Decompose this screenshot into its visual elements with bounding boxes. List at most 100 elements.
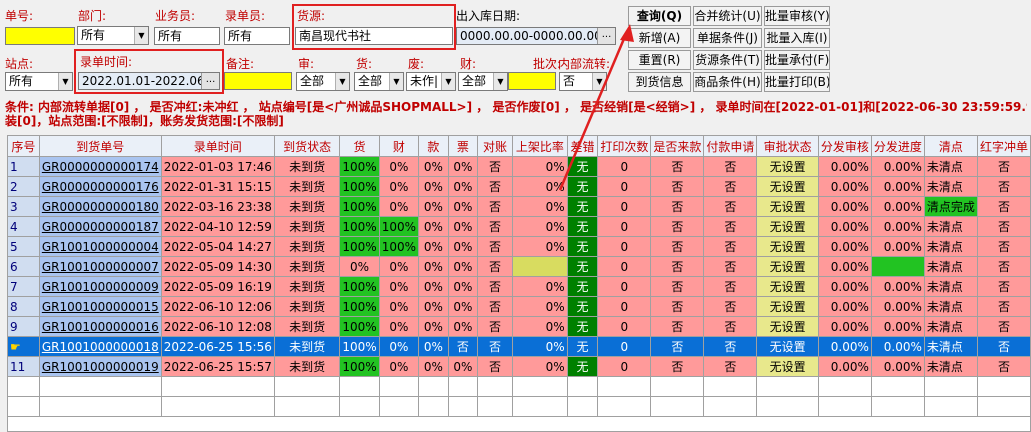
entry-person-label: 录单员: xyxy=(225,9,266,23)
cell-count: 未清点 xyxy=(923,316,978,337)
empty-cell xyxy=(418,376,449,397)
batch-print-button[interactable]: 批量打印(B) xyxy=(764,72,830,92)
cell-fin: 0% xyxy=(378,156,420,177)
table-row[interactable]: 5 GR1001000000004 2022-05-04 14:27 未到货 100% 1… xyxy=(7,236,1031,257)
audit-select[interactable]: 全部 ▼ xyxy=(296,72,350,91)
table-row[interactable]: 8 GR1001000000015 2022-06-10 12:06 未到货 100% 0… xyxy=(7,296,1031,317)
empty-cell xyxy=(378,396,420,417)
remark-input[interactable] xyxy=(224,72,292,90)
entry-time-picker-button[interactable]: ... xyxy=(201,73,219,89)
cell-status: 未到货 xyxy=(273,336,341,357)
empty-cell xyxy=(923,376,978,397)
table-row[interactable]: 2 GR0000000000176 2022-01-31 15:15 未到货 100% 0… xyxy=(7,176,1031,197)
column-header[interactable]: 清点 xyxy=(923,135,978,157)
merge-stats-button[interactable]: 合并统计(U) xyxy=(693,6,762,26)
dept-select[interactable]: 所有 ▼ xyxy=(77,26,149,45)
cell-apply: 否 xyxy=(703,276,758,297)
entry-time-input[interactable]: 2022.01.01-2022.06.30... xyxy=(78,72,220,90)
audit-value: 全部 xyxy=(300,74,325,88)
cell-time: 2022-06-25 15:57 xyxy=(160,356,275,377)
cell-came: 否 xyxy=(650,196,705,217)
column-header[interactable]: 分发审核 xyxy=(817,135,872,157)
column-header[interactable]: 是否来款 xyxy=(650,135,705,157)
column-header[interactable]: 票 xyxy=(447,135,479,157)
column-header[interactable]: 序号 xyxy=(7,135,40,157)
source-condition-button[interactable]: 货源条件(T) xyxy=(693,50,762,70)
cell-fin: 0% xyxy=(378,176,420,197)
cell-red: 否 xyxy=(976,196,1031,217)
cell-status: 未到货 xyxy=(273,216,341,237)
table-row[interactable]: 11 GR1001000000019 2022-06-25 15:57 未到货 100%… xyxy=(7,356,1031,377)
table-row[interactable]: 9 GR1001000000016 2022-06-10 12:08 未到货 100% 0… xyxy=(7,316,1031,337)
cell-count: 未清点 xyxy=(923,236,978,257)
table-row[interactable]: 1 GR0000000000174 2022-01-03 17:46 未到货 100% 0… xyxy=(7,156,1031,177)
column-header[interactable]: 货 xyxy=(339,135,380,157)
column-header[interactable]: 款 xyxy=(418,135,449,157)
column-header[interactable]: 到货状态 xyxy=(273,135,341,157)
cell-pay: 0% xyxy=(418,356,449,377)
cell-rec: 否 xyxy=(476,156,514,177)
cell-approve: 无设置 xyxy=(756,276,819,297)
column-header[interactable]: 分发进度 xyxy=(870,135,925,157)
column-header[interactable]: 对账 xyxy=(476,135,514,157)
cell-rec: 否 xyxy=(476,296,514,317)
cell-time: 2022-03-16 23:38 xyxy=(160,196,275,217)
goods-select[interactable]: 全部 ▼ xyxy=(354,72,404,91)
cell-dist-prog: 0.00% xyxy=(870,336,925,357)
table-row[interactable]: 6 GR1001000000007 2022-05-09 14:30 未到货 0% 0% 0… xyxy=(7,256,1031,277)
cell-red: 否 xyxy=(976,236,1031,257)
cell-fin: 0% xyxy=(378,276,420,297)
cell-approve: 无设置 xyxy=(756,316,819,337)
order-no-input[interactable] xyxy=(5,27,75,45)
station-select[interactable]: 所有 ▼ xyxy=(5,72,73,91)
void-select[interactable]: 未作| ▼ xyxy=(406,72,456,91)
salesman-input[interactable]: 所有 xyxy=(154,27,220,45)
batch-audit-button[interactable]: 批量审核(Y) xyxy=(764,6,830,26)
cell-came: 否 xyxy=(650,236,705,257)
column-header[interactable]: 到货单号 xyxy=(38,135,162,157)
cell-approve: 无设置 xyxy=(756,336,819,357)
chevron-down-icon: ▼ xyxy=(441,73,455,90)
cell-came: 否 xyxy=(650,256,705,277)
empty-cell xyxy=(7,376,40,397)
column-header[interactable]: 录单时间 xyxy=(160,135,275,157)
column-header[interactable]: 付款申请 xyxy=(703,135,758,157)
cell-err: 无 xyxy=(566,216,599,237)
table-row[interactable]: 7 GR1001000000009 2022-05-09 16:19 未到货 100% 0… xyxy=(7,276,1031,297)
batch-in-button[interactable]: 批量入库(I) xyxy=(764,28,830,48)
dept-value: 所有 xyxy=(81,28,106,42)
table-row[interactable]: 3 GR0000000000180 2022-03-16 23:38 未到货 100% 0… xyxy=(7,196,1031,217)
cell-approve: 无设置 xyxy=(756,256,819,277)
cell-dist-audit: 0.00% xyxy=(817,356,872,377)
finance-select[interactable]: 全部 ▼ xyxy=(458,72,508,91)
cell-rec: 否 xyxy=(476,176,514,197)
table-row[interactable]: 4 GR0000000000187 2022-04-10 12:59 未到货 100% 1… xyxy=(7,216,1031,237)
column-header[interactable]: 财 xyxy=(378,135,420,157)
cell-came: 否 xyxy=(650,356,705,377)
column-header[interactable]: 审批状态 xyxy=(756,135,819,157)
empty-cell xyxy=(447,376,479,397)
goods-label: 货: xyxy=(356,57,373,71)
cell-count: 未清点 xyxy=(923,256,978,277)
cell-ratio: 0% xyxy=(512,276,568,297)
empty-cell xyxy=(597,396,652,417)
goods-condition-button[interactable]: 商品条件(H) xyxy=(693,72,762,92)
source-label: 货源: xyxy=(297,9,326,23)
doc-condition-button[interactable]: 单据条件(J) xyxy=(693,28,762,48)
chevron-down-icon: ▼ xyxy=(58,73,72,90)
table-row[interactable]: ☛ GR1001000000018 2022-06-25 15:56 未到货 100% 0… xyxy=(7,336,1031,357)
cell-idx: ☛ xyxy=(7,336,40,357)
source-input[interactable]: 南昌现代书社 xyxy=(295,27,453,45)
cell-pay: 0% xyxy=(418,196,449,217)
entry-person-input[interactable]: 所有 xyxy=(224,27,290,45)
empty-cell xyxy=(756,396,819,417)
batch-accept-button[interactable]: 批量承付(F) xyxy=(764,50,830,70)
cell-status: 未到货 xyxy=(273,316,341,337)
empty-cell xyxy=(650,396,705,417)
column-header[interactable]: 红字冲单 xyxy=(976,135,1031,157)
arrival-table: 序号 到货单号 录单时间 到货状态货财款票对账 上架比率 差错 打印次数 是否来款 付款申请 审批… xyxy=(7,135,1031,417)
cell-pay: 0% xyxy=(418,216,449,237)
cell-apply: 否 xyxy=(703,196,758,217)
cell-pay: 0% xyxy=(418,276,449,297)
cell-dist-audit: 0.00% xyxy=(817,256,872,277)
